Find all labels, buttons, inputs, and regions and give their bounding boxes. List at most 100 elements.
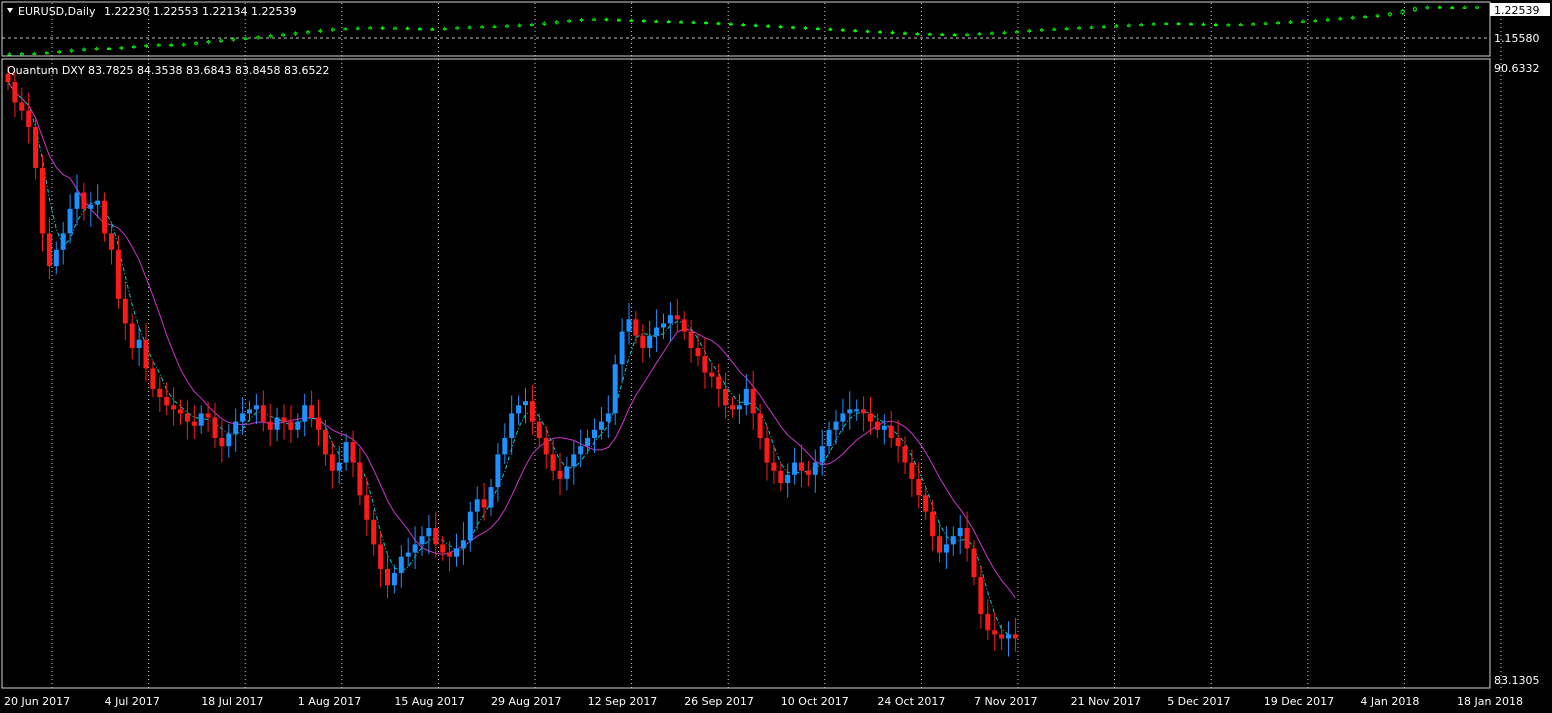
dxy-candle: [805, 470, 811, 475]
eurusd-candle: [741, 23, 746, 26]
dxy-candle: [529, 401, 535, 422]
eurusd-candle: [231, 38, 236, 41]
dxy-candle: [274, 417, 280, 430]
eurusd-candle: [243, 37, 248, 40]
eurusd-candle: [828, 28, 833, 31]
eurusd-candle: [1350, 16, 1355, 19]
dxy-candle: [647, 335, 653, 348]
dxy-candle: [53, 249, 59, 267]
eurusd-candle: [816, 27, 820, 30]
eurusd-candle: [330, 28, 335, 31]
eurusd-candle: [119, 46, 124, 50]
dxy-candle: [481, 499, 487, 508]
dxy-candle: [509, 413, 515, 438]
eurusd-candle: [480, 26, 485, 29]
eurusd-candle: [455, 27, 460, 30]
dxy-candle: [916, 478, 922, 496]
dxy-candle: [598, 421, 604, 430]
level-price-label: 1.15580: [1494, 32, 1540, 45]
dxy-candle: [964, 528, 970, 549]
eurusd-candle: [430, 28, 435, 31]
eurusd-candle: [1475, 6, 1479, 9]
eurusd-candle: [131, 45, 136, 48]
eurusd-candle: [1164, 22, 1169, 25]
dxy-candle: [198, 413, 204, 426]
eurusd-candle: [169, 44, 174, 47]
dxy-candle: [681, 319, 687, 332]
eurusd-candle: [1102, 25, 1106, 28]
dxy-candle: [247, 409, 252, 414]
eurusd-candle: [529, 23, 534, 26]
dxy-candle: [564, 466, 570, 479]
dxy-candle: [888, 425, 894, 438]
eurusd-candle: [393, 27, 397, 30]
dxy-candle: [792, 462, 798, 475]
eurusd-candle: [517, 24, 522, 27]
eurusd-candle: [1126, 24, 1131, 27]
eurusd-candle: [1027, 29, 1032, 32]
eurusd-candle: [206, 41, 211, 44]
dxy-candle: [723, 388, 729, 406]
eurusd-candle: [281, 33, 286, 36]
dxy-candle: [447, 552, 453, 557]
eurusd-candle: [1388, 12, 1392, 16]
eurusd-candle: [977, 33, 982, 36]
dxy-candle: [336, 462, 342, 471]
eurusd-candle: [343, 28, 348, 31]
dxy-candle: [571, 454, 577, 467]
dxy-candle: [260, 405, 266, 422]
eurusd-candle: [1238, 23, 1243, 26]
ohlc-label: 1.22230 1.22553 1.22134 1.22539: [104, 5, 296, 18]
dxy-candle: [95, 200, 101, 205]
x-tick-label: 4 Jan 2018: [1360, 695, 1419, 708]
dxy-candle: [626, 319, 632, 332]
dxy-candle: [412, 544, 418, 553]
dxy-candle: [999, 634, 1005, 639]
eurusd-candle: [940, 33, 945, 36]
x-tick-label: 19 Dec 2017: [1264, 695, 1334, 708]
dxy-candle: [309, 405, 315, 418]
x-tick-label: 24 Oct 2017: [877, 695, 945, 708]
eurusd-candle: [368, 27, 373, 30]
eurusd-candle: [418, 28, 422, 31]
eurusd-candle: [1288, 21, 1293, 24]
eurusd-candle: [691, 21, 696, 24]
eurusd-candle: [778, 25, 783, 28]
dxy-candle: [992, 630, 998, 635]
eurusd-candle: [1425, 6, 1430, 9]
dxy-candle: [460, 540, 466, 549]
dxy-candle: [502, 437, 508, 455]
x-tick-label: 29 Aug 2017: [491, 695, 561, 708]
eurusd-candle: [853, 29, 858, 32]
dxy-candle: [46, 233, 52, 267]
dxy-candle: [930, 511, 936, 537]
dxy-candle: [826, 429, 832, 447]
eurusd-candle: [791, 26, 795, 29]
dxy-candle: [937, 536, 942, 553]
eurusd-candle: [990, 32, 994, 35]
dxy-candle: [750, 388, 756, 414]
dxy-candle: [847, 409, 853, 414]
dxy-candle: [902, 446, 908, 463]
eurusd-candle: [107, 47, 111, 50]
dxy-candle: [322, 429, 328, 455]
dxy-candle: [861, 409, 867, 414]
eurusd-candle: [666, 21, 671, 24]
dxy-candle: [854, 409, 860, 412]
dxy-candle: [674, 315, 680, 320]
x-tick-label: 5 Dec 2017: [1167, 695, 1230, 708]
dxy-candle: [364, 495, 370, 520]
eurusd-candle: [965, 33, 970, 36]
eurusd-candle: [629, 19, 634, 22]
x-tick-label: 1 Aug 2017: [298, 695, 361, 708]
dxy-candle: [184, 413, 190, 422]
eurusd-candle: [716, 22, 721, 25]
eurusd-candle: [1064, 27, 1069, 30]
dxy-candle: [350, 442, 356, 463]
eurusd-candle: [1077, 27, 1081, 30]
dxy-candle: [115, 249, 121, 299]
dxy-candle: [143, 339, 149, 369]
dxy-candle: [495, 454, 501, 488]
eurusd-candle: [1002, 31, 1007, 34]
dxy-candle: [585, 437, 591, 447]
